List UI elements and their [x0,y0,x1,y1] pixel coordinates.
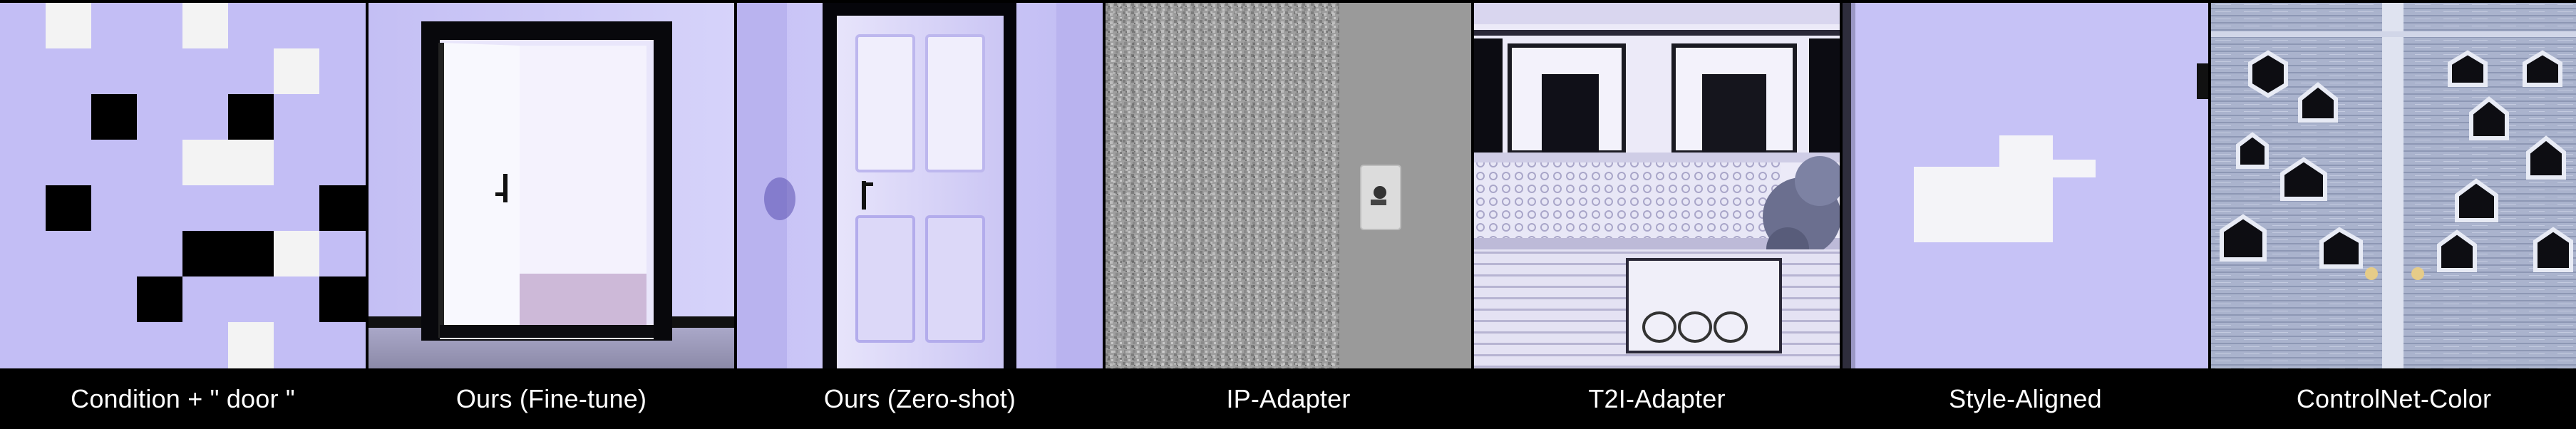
panel-condition: Condition + " door " [0,0,366,429]
door-open-illustration [369,3,734,368]
comparison-strip: Condition + " door " Ours (Fine-tune) Ou… [0,0,2576,429]
flat-shape-illustration [1843,3,2208,368]
caption-style-aligned: Style-Aligned [1949,383,2102,413]
wooden-doors-illustration [2211,3,2576,368]
condition-image [0,3,366,368]
house-balcony-illustration [1474,3,1840,368]
door-closed-illustration [737,3,1103,368]
controlnet-color-image [2211,3,2576,368]
panel-t2i-adapter: T2I-Adapter [1474,0,1840,429]
condition-color-grid [0,3,366,368]
caption-ours-zeroshot: Ours (Zero-shot) [823,383,1016,413]
caption-ip-adapter: IP-Adapter [1226,383,1351,413]
caption-t2i-adapter: T2I-Adapter [1588,383,1726,413]
panel-controlnet-color: ControlNet-Color [2211,0,2576,429]
ip-adapter-image [1106,3,1471,368]
ours-zeroshot-image [737,3,1103,368]
caption-condition: Condition + " door " [71,383,295,413]
panel-style-aligned: Style-Aligned [1843,0,2208,429]
t2i-adapter-image [1474,3,1840,368]
style-aligned-image [1843,3,2208,368]
noise-texture-illustration [1106,3,1471,368]
panel-ip-adapter: IP-Adapter [1106,0,1471,429]
panel-ours-zeroshot: Ours (Zero-shot) [737,0,1103,429]
panel-ours-finetune: Ours (Fine-tune) [369,0,734,429]
caption-ours-finetune: Ours (Fine-tune) [455,383,647,413]
caption-controlnet-color: ControlNet-Color [2296,383,2492,413]
ours-finetune-image [369,3,734,368]
